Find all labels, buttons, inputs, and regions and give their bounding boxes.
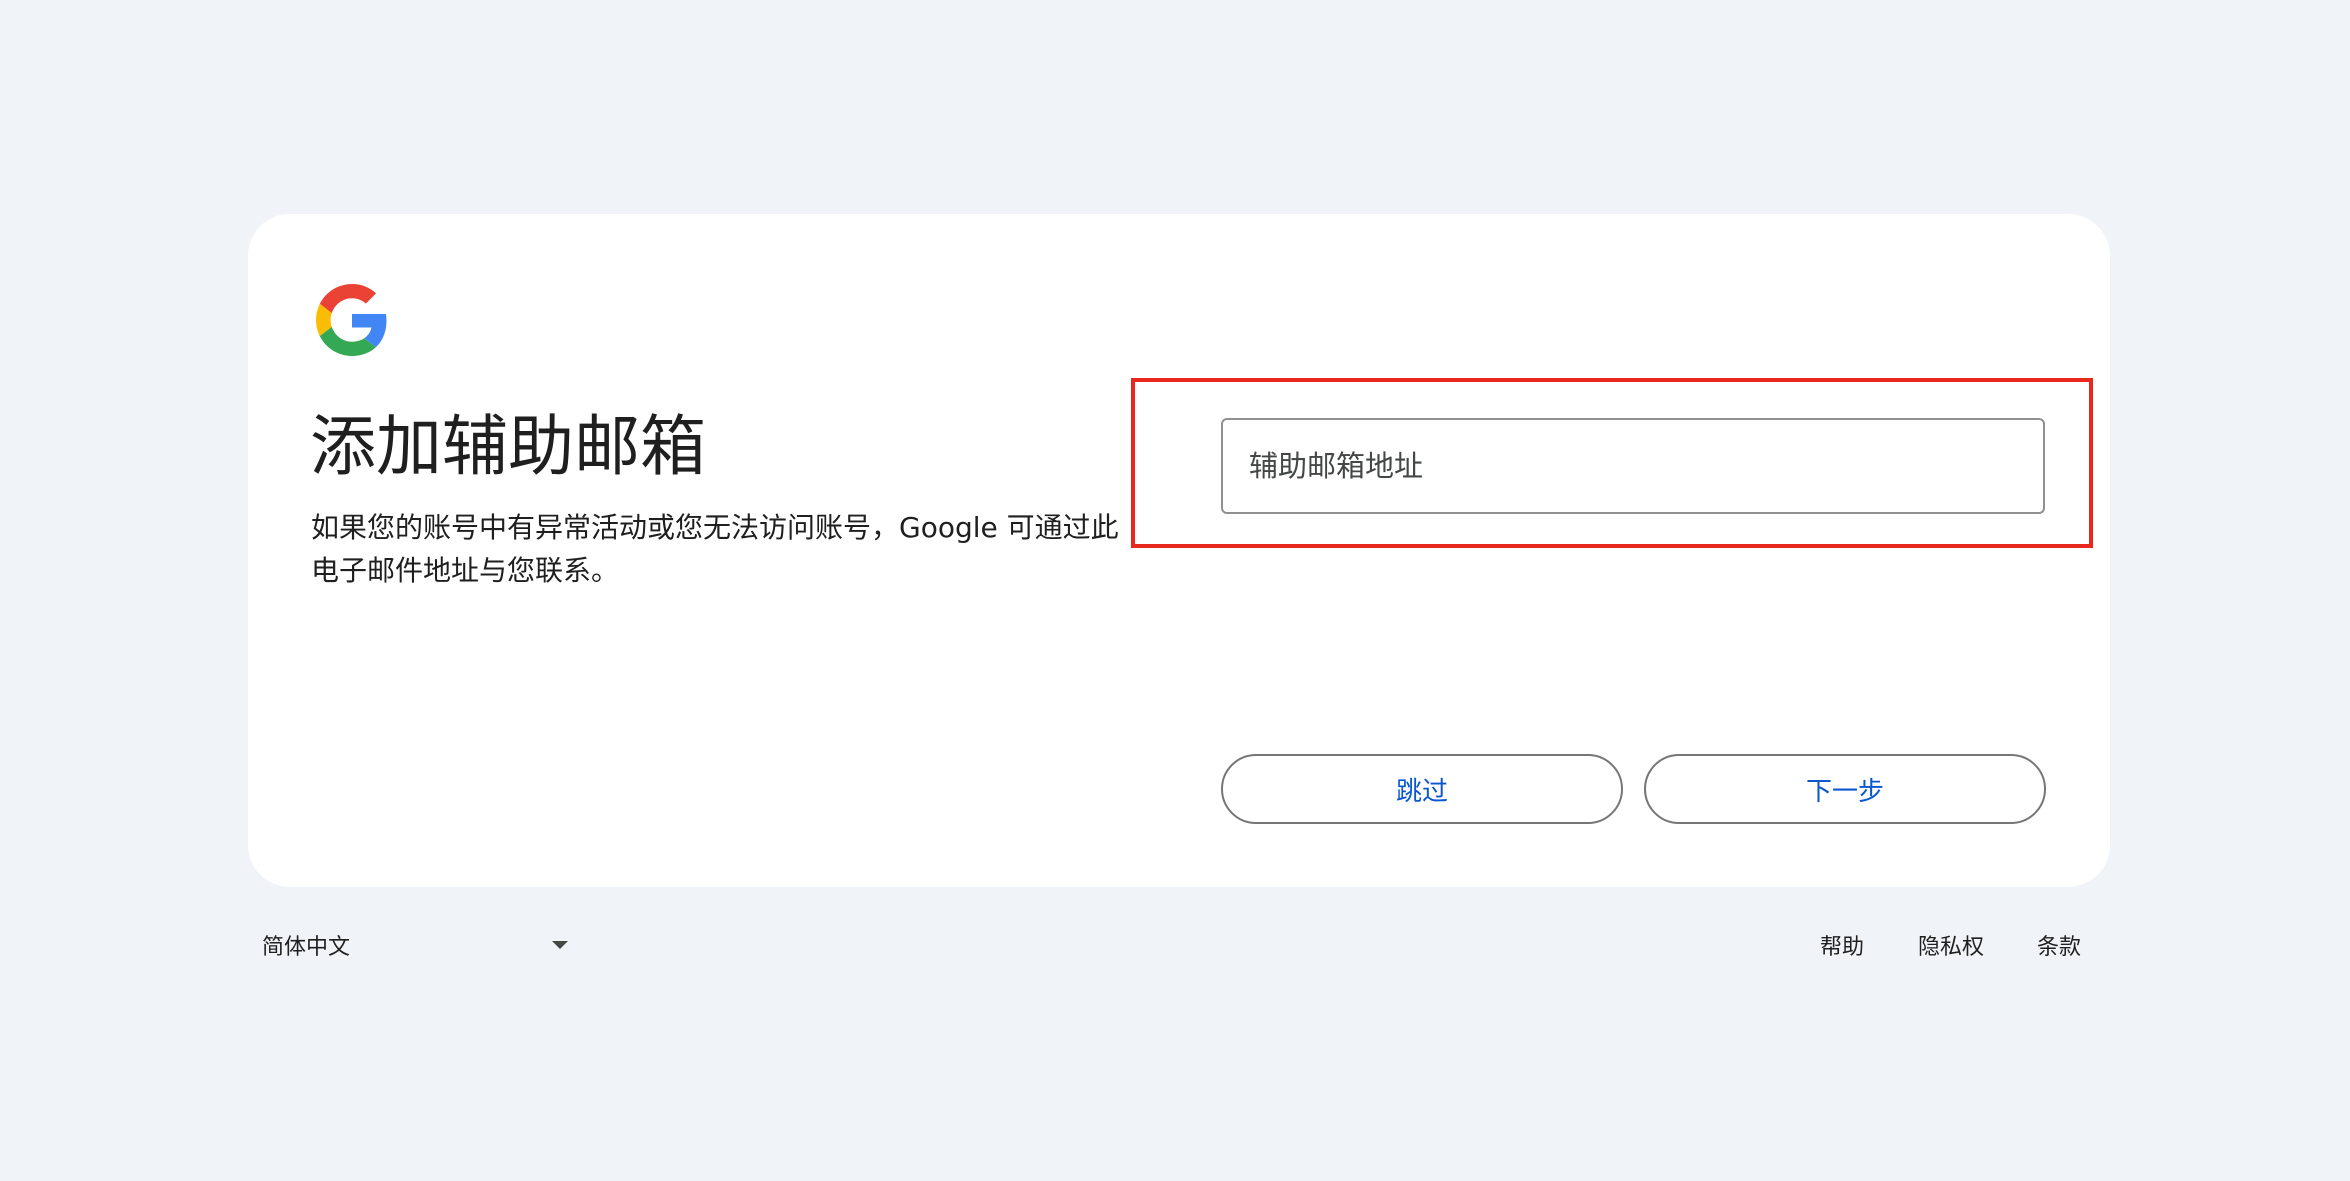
page-title: 添加辅助邮箱 [310,408,706,485]
recovery-email-field[interactable] [1221,418,2045,514]
language-selector[interactable]: 简体中文 [262,920,572,970]
next-button[interactable]: 下一步 [1644,754,2046,824]
recovery-email-input[interactable] [1223,420,2043,512]
privacy-link[interactable]: 隐私权 [1918,920,1984,970]
footer: 简体中文 帮助 隐私权 条款 [0,920,2350,970]
signin-card: 添加辅助邮箱 如果您的账号中有异常活动或您无法访问账号，Google 可通过此电… [248,214,2110,887]
help-link[interactable]: 帮助 [1820,920,1864,970]
google-g-icon [316,284,387,356]
skip-button[interactable]: 跳过 [1221,754,1623,824]
page-description: 如果您的账号中有异常活动或您无法访问账号，Google 可通过此电子邮件地址与您… [311,511,1119,587]
language-selected: 简体中文 [262,935,351,960]
caret-down-icon [552,941,568,949]
terms-link[interactable]: 条款 [2037,920,2081,970]
